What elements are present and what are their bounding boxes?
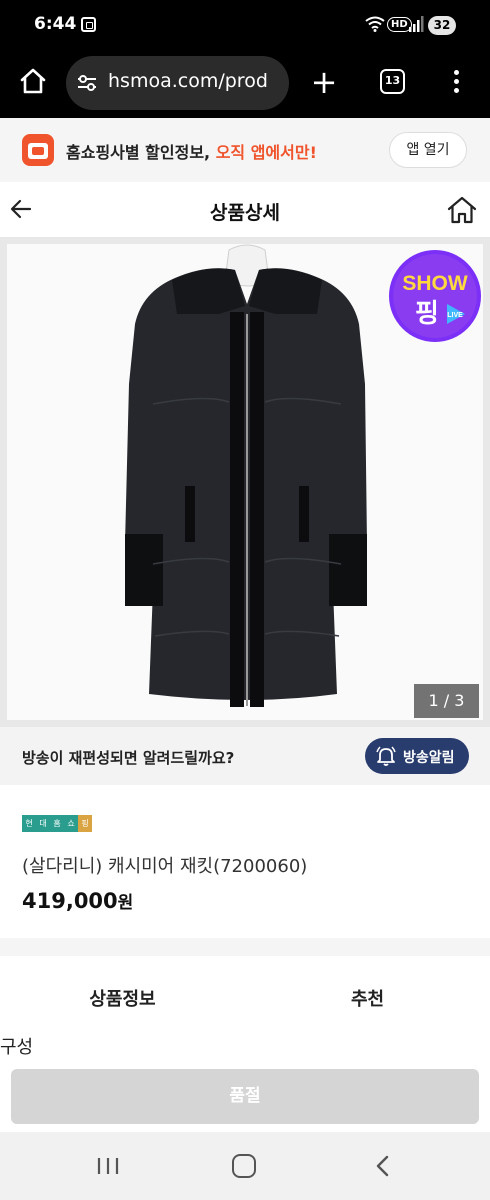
broadcast-alert-label: 방송알림 bbox=[403, 750, 455, 766]
broadcast-notify-bar: 방송이 재편성되면 알려드릴까요? 방송알림 bbox=[0, 727, 490, 785]
page-header: 상품상세 bbox=[0, 182, 490, 237]
status-bar: 6:44 HD 32 bbox=[0, 0, 490, 52]
shop-logo-tag: 현대홈쇼핑 bbox=[22, 815, 92, 832]
url-bar[interactable]: hsmoa.com/prod bbox=[66, 56, 289, 110]
browser-toolbar: hsmoa.com/prod + 13 bbox=[0, 52, 490, 118]
show-badge-text: SHOW bbox=[402, 272, 468, 295]
open-app-button[interactable]: 앱 열기 bbox=[389, 132, 467, 168]
notify-text: 방송이 재편성되면 알려드릴까요? bbox=[22, 749, 235, 767]
tab-recommend[interactable]: 추천 bbox=[245, 985, 490, 1011]
status-time: 6:44 bbox=[34, 14, 77, 34]
app-promo-banner: 홈쇼핑사별 할인정보, 오직 앱에서만! 앱 열기 bbox=[0, 118, 490, 182]
show-live-badge[interactable]: SHOW 핑 LIVE bbox=[389, 250, 481, 342]
live-badge-text: LIVE bbox=[447, 312, 463, 319]
banner-text-main: 홈쇼핑사별 할인정보, bbox=[66, 143, 216, 162]
wifi-icon bbox=[365, 16, 385, 32]
screen-record-icon bbox=[81, 17, 96, 32]
home-icon[interactable] bbox=[446, 194, 478, 226]
shop-tag-char: 대 bbox=[36, 815, 50, 832]
page-title: 상품상세 bbox=[210, 202, 280, 224]
new-tab-button[interactable]: + bbox=[309, 62, 339, 102]
product-name: (살다리니) 캐시미어 재킷(7200060) bbox=[22, 856, 308, 877]
composition-label: 구성 bbox=[0, 1037, 34, 1058]
shop-tag-char: 쇼 bbox=[64, 815, 78, 832]
show-badge-subtext: 핑 bbox=[415, 299, 439, 329]
tab-switcher-button[interactable]: 13 bbox=[380, 69, 405, 94]
shop-tag-char: 핑 bbox=[78, 815, 92, 832]
url-text: hsmoa.com/prod bbox=[108, 70, 268, 92]
price-value: 419,000 bbox=[22, 889, 118, 913]
nav-home-icon[interactable] bbox=[232, 1154, 256, 1178]
bell-icon bbox=[376, 746, 396, 766]
broadcast-alert-button[interactable]: 방송알림 bbox=[365, 738, 469, 774]
banner-text-highlight: 오직 앱에서만! bbox=[215, 143, 317, 162]
banner-text: 홈쇼핑사별 할인정보, 오직 앱에서만! bbox=[66, 139, 317, 163]
product-price: 419,000원 bbox=[22, 888, 133, 913]
battery-indicator: 32 bbox=[428, 16, 456, 35]
shop-tag-char: 홈 bbox=[50, 815, 64, 832]
browser-home-icon[interactable] bbox=[18, 66, 48, 96]
tab-product-info[interactable]: 상품정보 bbox=[0, 985, 245, 1011]
app-logo-icon bbox=[22, 134, 54, 166]
shop-tag-char: 현 bbox=[22, 815, 36, 832]
system-nav-bar bbox=[0, 1132, 490, 1200]
product-image-carousel[interactable]: SHOW 핑 LIVE bbox=[0, 237, 490, 727]
section-divider bbox=[0, 938, 490, 956]
price-unit: 원 bbox=[117, 893, 134, 913]
site-settings-icon[interactable] bbox=[76, 73, 98, 93]
signal-icon bbox=[409, 16, 424, 32]
browser-menu-icon[interactable] bbox=[448, 67, 464, 97]
sold-out-button[interactable]: 품절 bbox=[11, 1069, 479, 1124]
image-counter: 1 / 3 bbox=[414, 684, 479, 718]
nav-back-icon[interactable] bbox=[373, 1154, 393, 1178]
recent-apps-icon[interactable] bbox=[96, 1154, 120, 1178]
